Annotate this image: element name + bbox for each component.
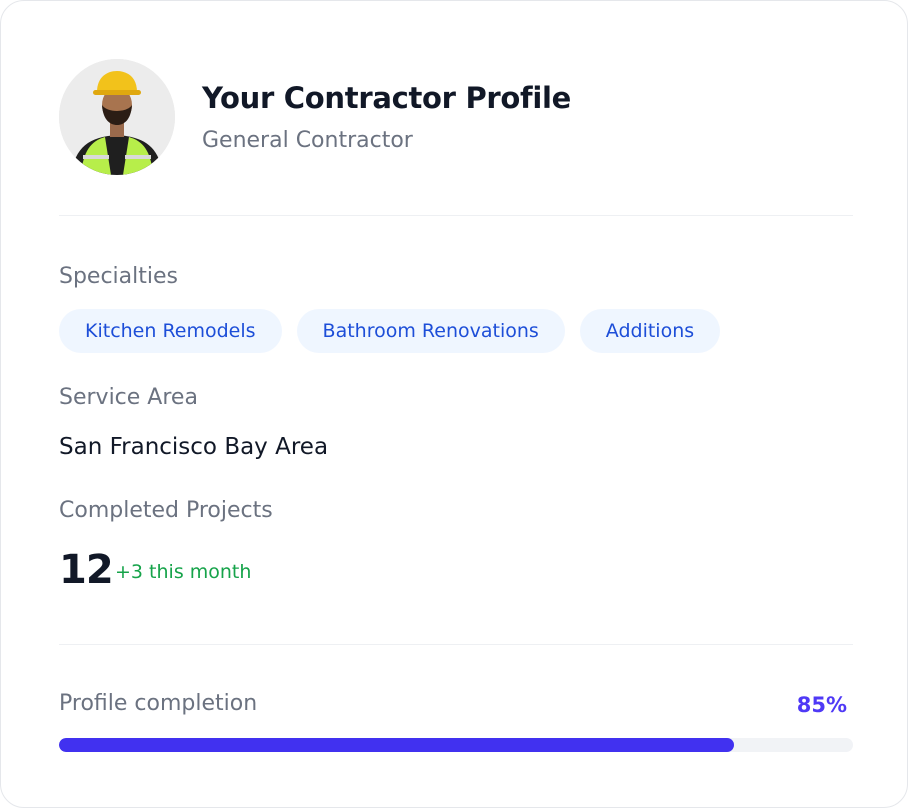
header-divider [59,215,853,216]
profile-role: General Contractor [202,128,413,153]
page-title: Your Contractor Profile [202,81,572,115]
progress-fill [59,738,734,752]
profile-completion-label: Profile completion [59,691,258,716]
specialties-label: Specialties [59,264,179,289]
specialty-chip: Bathroom Renovations [296,309,565,353]
projects-delta-badge: +3 this month [115,561,252,583]
completed-projects-count: 12 [59,547,114,593]
contractor-profile-card: Your Contractor Profile General Contract… [0,0,908,808]
specialty-chip: Kitchen Remodels [59,309,282,353]
completed-projects-label: Completed Projects [59,498,273,523]
profile-completion-progress [59,738,853,752]
service-area-value: San Francisco Bay Area [59,434,329,460]
specialty-chip: Additions [579,309,721,353]
footer-divider [59,644,853,645]
contractor-photo [59,59,175,175]
service-area-label: Service Area [59,385,198,410]
specialties-list: Kitchen Remodels Bathroom Renovations Ad… [59,309,721,353]
avatar [59,59,175,175]
profile-completion-percent: 85% [796,693,847,717]
